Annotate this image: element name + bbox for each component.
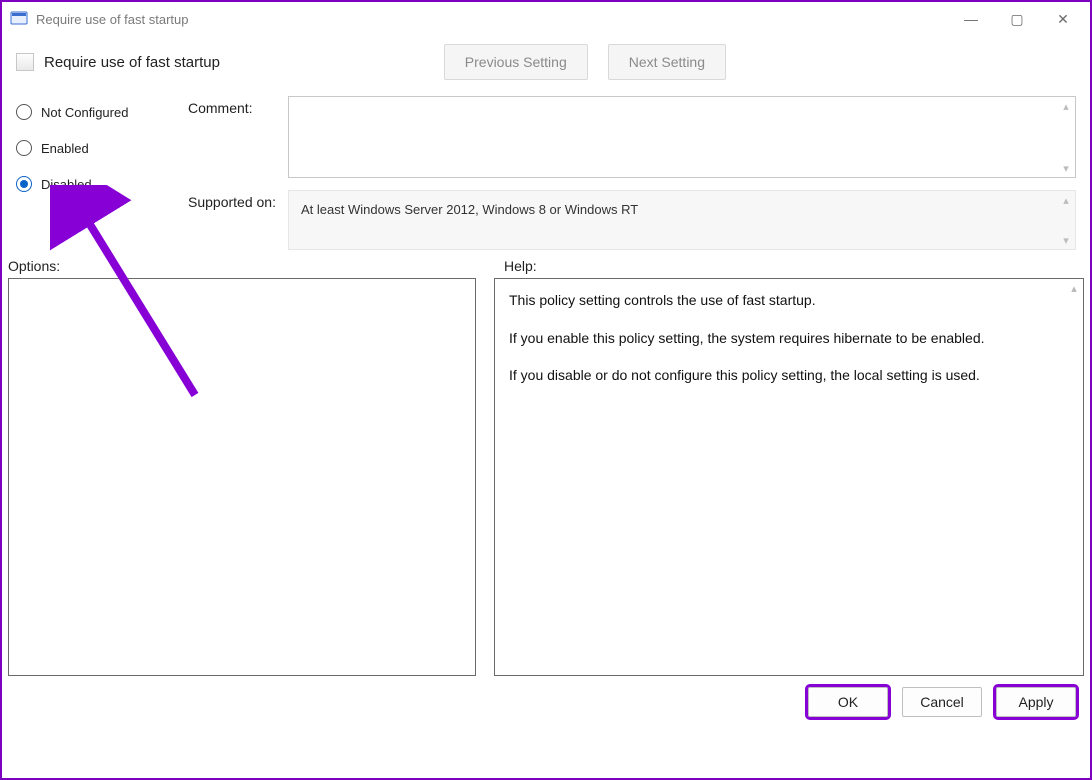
options-label: Options: — [8, 258, 482, 274]
close-button[interactable]: ✕ — [1040, 4, 1086, 34]
radio-label: Enabled — [41, 141, 89, 156]
cancel-button[interactable]: Cancel — [902, 687, 982, 717]
policy-title: Require use of fast startup — [44, 54, 220, 71]
scroll-down-icon[interactable]: ▾ — [1059, 161, 1073, 175]
panes: This policy setting controls the use of … — [2, 278, 1090, 676]
apply-button[interactable]: Apply — [996, 687, 1076, 717]
policy-editor-window: Require use of fast startup — ▢ ✕ Requir… — [0, 0, 1092, 780]
radio-bullet-icon — [16, 140, 32, 156]
next-setting-button[interactable]: Next Setting — [608, 44, 726, 80]
app-icon — [10, 10, 28, 28]
help-paragraph: This policy setting controls the use of … — [509, 291, 1065, 311]
help-label: Help: — [482, 258, 537, 274]
radio-enabled[interactable]: Enabled — [16, 140, 176, 156]
scroll-up-icon[interactable]: ▴ — [1059, 193, 1073, 207]
scroll-up-icon[interactable]: ▴ — [1059, 99, 1073, 113]
help-paragraph: If you disable or do not configure this … — [509, 366, 1065, 386]
radio-disabled[interactable]: Disabled — [16, 176, 176, 192]
ok-button[interactable]: OK — [808, 687, 888, 717]
radio-bullet-icon — [16, 104, 32, 120]
minimize-button[interactable]: — — [948, 4, 994, 34]
radio-group: Not Configured Enabled Disabled — [16, 96, 176, 250]
supported-on-field: At least Windows Server 2012, Windows 8 … — [288, 190, 1076, 250]
config-area: Not Configured Enabled Disabled Comment:… — [2, 88, 1090, 252]
pane-labels: Options: Help: — [2, 252, 1090, 278]
titlebar: Require use of fast startup — ▢ ✕ — [2, 2, 1090, 36]
scroll-up-icon[interactable]: ▴ — [1067, 281, 1081, 295]
maximize-button[interactable]: ▢ — [994, 4, 1040, 34]
fields: Comment: ▴ ▾ Supported on: At least Wind… — [188, 96, 1076, 250]
comment-label: Comment: — [188, 96, 288, 116]
radio-label: Not Configured — [41, 105, 128, 120]
help-paragraph: If you enable this policy setting, the s… — [509, 329, 1065, 349]
radio-label: Disabled — [41, 177, 92, 192]
help-pane: This policy setting controls the use of … — [494, 278, 1084, 676]
policy-icon — [16, 53, 34, 71]
supported-on-value: At least Windows Server 2012, Windows 8 … — [301, 202, 638, 217]
window-title: Require use of fast startup — [36, 12, 188, 27]
subheader: Require use of fast startup Previous Set… — [2, 36, 1090, 88]
comment-input[interactable]: ▴ ▾ — [288, 96, 1076, 178]
options-pane — [8, 278, 476, 676]
scroll-down-icon[interactable]: ▾ — [1059, 233, 1073, 247]
radio-not-configured[interactable]: Not Configured — [16, 104, 176, 120]
supported-on-label: Supported on: — [188, 190, 288, 210]
radio-bullet-icon — [16, 176, 32, 192]
dialog-buttons: OK Cancel Apply — [2, 676, 1090, 728]
previous-setting-button[interactable]: Previous Setting — [444, 44, 588, 80]
